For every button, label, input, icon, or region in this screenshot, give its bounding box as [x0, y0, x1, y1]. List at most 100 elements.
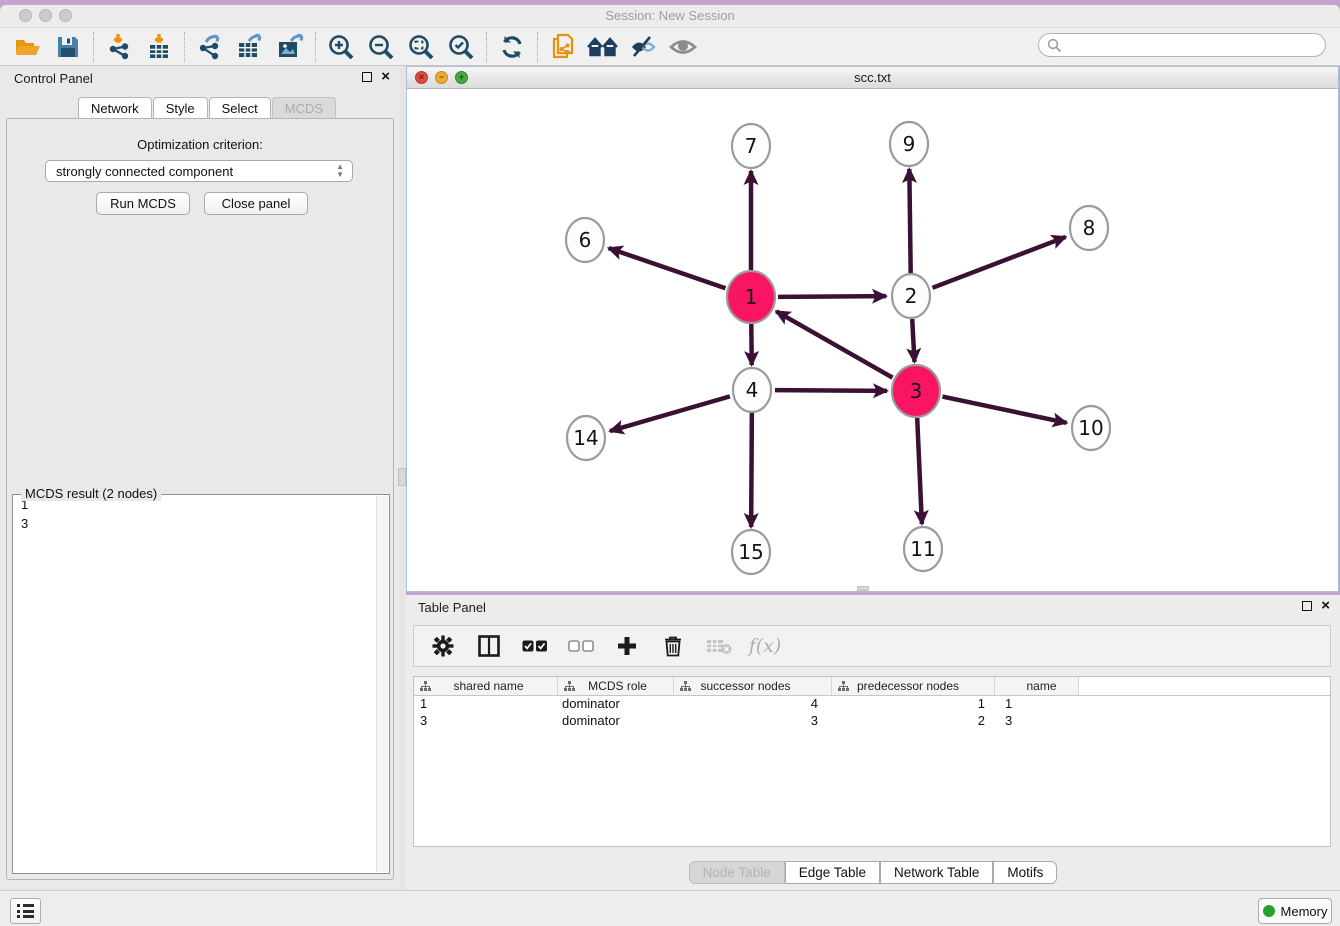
refresh-button[interactable] — [492, 30, 532, 64]
tab-network[interactable]: Network — [78, 97, 152, 118]
table-row[interactable]: 1 dominator 4 1 1 — [414, 696, 1330, 713]
home-icon — [587, 35, 619, 59]
graph-node-label-15: 15 — [738, 540, 763, 564]
hierarchy-icon — [564, 681, 575, 692]
open-session-button[interactable] — [8, 30, 48, 64]
tab-edge-table[interactable]: Edge Table — [785, 861, 880, 884]
graph-edge-3-11[interactable] — [917, 418, 922, 524]
column-visibility-button[interactable] — [474, 631, 504, 661]
column-header-mcds-role[interactable]: MCDS role — [558, 677, 674, 696]
tab-mcds[interactable]: MCDS — [272, 97, 336, 118]
graph-edge-2-8[interactable] — [932, 237, 1065, 288]
table-header-row: shared name MCDS role successor nodes pr… — [414, 677, 1330, 696]
close-panel-icon[interactable]: × — [381, 72, 390, 82]
cell-shared-name[interactable]: 3 — [414, 713, 558, 730]
network-window-titlebar[interactable]: × − + scc.txt — [407, 67, 1338, 89]
column-header-successor-nodes[interactable]: successor nodes — [674, 677, 832, 696]
columns-icon — [478, 635, 500, 657]
cell-successor-nodes[interactable]: 4 — [674, 696, 832, 713]
zoom-out-icon — [367, 33, 395, 61]
control-panel-tabs: Network Style Select MCDS — [78, 97, 337, 118]
import-network-button[interactable] — [99, 30, 139, 64]
graph-edge-3-1[interactable] — [776, 311, 892, 377]
search-icon — [1047, 38, 1062, 53]
deselect-all-button[interactable] — [566, 631, 596, 661]
export-network-button[interactable] — [190, 30, 230, 64]
save-session-button[interactable] — [48, 30, 88, 64]
cell-mcds-role[interactable]: dominator — [558, 713, 674, 730]
select-all-button[interactable] — [520, 631, 550, 661]
export-table-icon — [235, 33, 265, 61]
import-table-button[interactable] — [139, 30, 179, 64]
splitter-handle[interactable] — [398, 468, 406, 486]
graph-edge-2-9[interactable] — [909, 169, 910, 273]
zoom-in-button[interactable] — [321, 30, 361, 64]
show-eye-icon — [668, 35, 698, 59]
toolbar-separator — [537, 32, 538, 62]
cell-successor-nodes[interactable]: 3 — [674, 713, 832, 730]
graph-edge-4-15[interactable] — [751, 413, 752, 527]
run-mcds-button[interactable]: Run MCDS — [96, 192, 190, 215]
memory-button[interactable]: Memory — [1258, 898, 1332, 924]
table-row[interactable]: 3 dominator 3 2 3 — [414, 713, 1330, 730]
cell-name[interactable]: 1 — [995, 696, 1079, 713]
tab-motifs[interactable]: Motifs — [993, 861, 1057, 884]
cell-predecessor-nodes[interactable]: 2 — [832, 713, 995, 730]
clone-network-button[interactable] — [543, 30, 583, 64]
zoom-selected-icon — [447, 33, 475, 61]
cell-predecessor-nodes[interactable]: 1 — [832, 696, 995, 713]
open-folder-icon — [14, 35, 42, 59]
graph-edge-4-3[interactable] — [775, 390, 887, 391]
column-header-name[interactable]: name — [995, 677, 1079, 696]
graph-node-label-9: 9 — [903, 132, 916, 156]
graph-edge-1-6[interactable] — [609, 248, 726, 288]
zoom-selected-button[interactable] — [441, 30, 481, 64]
tab-network-table[interactable]: Network Table — [880, 861, 993, 884]
refresh-icon — [499, 34, 525, 60]
graph-node-label-2: 2 — [905, 284, 918, 308]
close-panel-button[interactable]: Close panel — [204, 192, 308, 215]
criterion-select[interactable]: strongly connected component ▲▼ — [45, 160, 353, 182]
graph-node-label-3: 3 — [910, 379, 923, 403]
cell-shared-name[interactable]: 1 — [414, 696, 558, 713]
graph-edge-4-14[interactable] — [610, 396, 730, 431]
task-history-button[interactable] — [10, 898, 41, 924]
network-window-title: scc.txt — [407, 70, 1338, 85]
zoom-fit-button[interactable] — [401, 30, 441, 64]
memory-label: Memory — [1281, 904, 1328, 919]
tab-node-table[interactable]: Node Table — [689, 861, 785, 884]
column-header-shared-name[interactable]: shared name — [414, 677, 558, 696]
network-view-canvas[interactable]: 7968124314101511 — [407, 89, 1338, 590]
tab-select[interactable]: Select — [209, 97, 271, 118]
select-stepper-icon: ▲▼ — [336, 163, 344, 179]
search-input[interactable] — [1038, 33, 1326, 57]
float-panel-icon[interactable] — [362, 72, 372, 82]
table-settings-button[interactable] — [428, 631, 458, 661]
function-builder-button-disabled: f(x) — [750, 631, 780, 661]
create-column-button[interactable] — [612, 631, 642, 661]
cell-name[interactable]: 3 — [995, 713, 1079, 730]
result-scrollbar[interactable] — [376, 496, 388, 872]
graph-edge-1-2[interactable] — [778, 296, 886, 297]
zoom-out-button[interactable] — [361, 30, 401, 64]
tab-style[interactable]: Style — [153, 97, 208, 118]
frame-resize-handle[interactable] — [857, 586, 869, 591]
column-header-predecessor-nodes[interactable]: predecessor nodes — [832, 677, 995, 696]
table-toolbar: f(x) — [413, 625, 1331, 667]
export-table-button[interactable] — [230, 30, 270, 64]
export-image-button[interactable] — [270, 30, 310, 64]
graph-edge-2-3[interactable] — [912, 319, 914, 362]
graph-node-label-14: 14 — [573, 426, 598, 450]
criterion-value: strongly connected component — [56, 164, 233, 179]
show-all-button[interactable] — [663, 30, 703, 64]
home-button[interactable] — [583, 30, 623, 64]
mcds-result-box: MCDS result (2 nodes) 1 3 — [12, 494, 390, 874]
close-panel-icon[interactable]: × — [1321, 601, 1330, 611]
delete-column-button[interactable] — [658, 631, 688, 661]
cell-mcds-role[interactable]: dominator — [558, 696, 674, 713]
node-table: shared name MCDS role successor nodes pr… — [413, 676, 1331, 847]
float-panel-icon[interactable] — [1302, 601, 1312, 611]
toolbar-separator — [93, 32, 94, 62]
hide-selected-button[interactable] — [623, 30, 663, 64]
graph-edge-3-10[interactable] — [942, 397, 1066, 423]
